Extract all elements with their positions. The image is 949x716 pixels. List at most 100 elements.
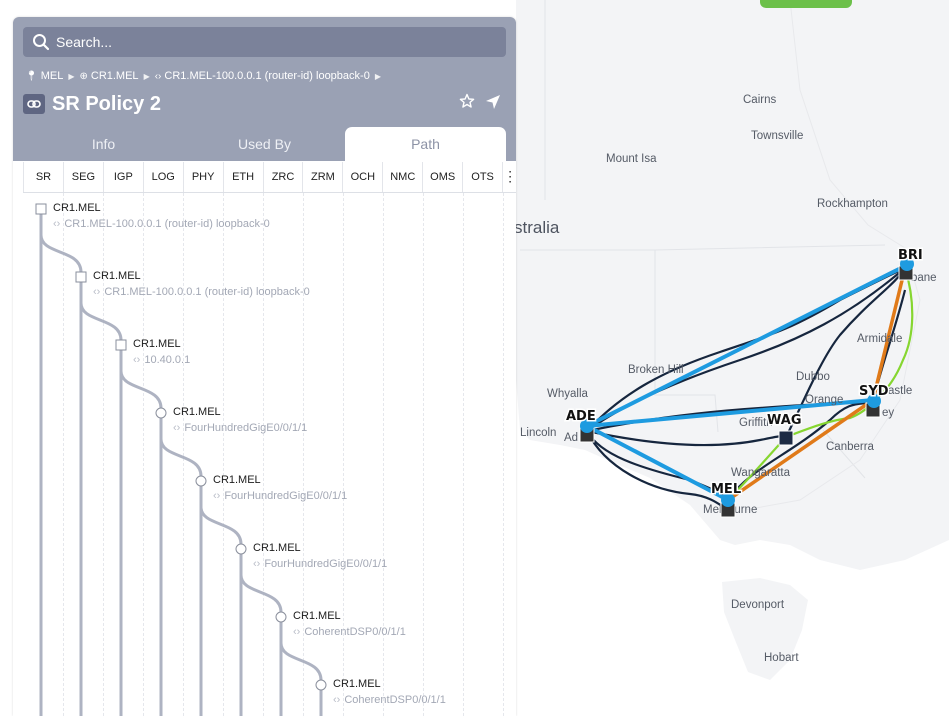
map-place-label: ey xyxy=(882,407,894,419)
path-hop[interactable]: CR1.MEL ‹› CoherentDSP0/0/1/1 xyxy=(293,610,406,638)
title-row: SR Policy 2 xyxy=(23,92,161,116)
interface-icon: ‹› xyxy=(93,286,101,298)
layer-toggle-phy[interactable]: PHY xyxy=(182,162,223,192)
panel-header: Search... 📍︎ MEL ▶ ⊕ CR1.MEL ▶ ‹› CR1.MEL-1… xyxy=(13,17,516,161)
node-label-mel: MEL xyxy=(711,482,741,497)
map-place-label: Devonport xyxy=(731,599,785,611)
chevron-right-icon: ▶ xyxy=(374,71,381,81)
layer-toggle-zrm[interactable]: ZRM xyxy=(302,162,342,192)
hop-interface: ‹› CoherentDSP0/0/1/1 xyxy=(333,694,446,706)
breadcrumb-label: CR1.MEL xyxy=(90,70,139,82)
hop-device-name: CR1.MEL xyxy=(293,610,341,622)
chevron-right-icon: ▶ xyxy=(68,71,75,81)
breadcrumb-item-router[interactable]: ⊕ CR1.MEL xyxy=(79,70,138,82)
node-label-wag: WAG xyxy=(767,413,802,428)
page-title: SR Policy 2 xyxy=(52,92,161,115)
hop-device-name: CR1.MEL xyxy=(213,474,261,486)
interface-icon: ‹› xyxy=(154,70,162,82)
interface-icon: ‹› xyxy=(213,490,221,502)
breadcrumb-label: MEL xyxy=(40,70,64,82)
hop-interface-label: CR1.MEL-100.0.0.1 (router-id) loopback-0 xyxy=(104,286,310,298)
layer-toggle-zrc[interactable]: ZRC xyxy=(262,162,303,192)
interface-icon: ‹› xyxy=(293,626,301,638)
column-guide xyxy=(503,193,504,716)
layer-toggle-seg[interactable]: SEG xyxy=(62,162,103,192)
map-place-label: Orange xyxy=(805,394,843,406)
hop-interface-label: CR1.MEL-100.0.0.1 (router-id) loopback-0 xyxy=(64,218,270,230)
search-bar[interactable]: Search... xyxy=(23,27,506,57)
layer-toggle-nmc[interactable]: NMC xyxy=(382,162,422,192)
tab-info[interactable]: Info xyxy=(23,127,184,161)
node-label-bri: BRI xyxy=(898,248,923,263)
map-place-label: Armidale xyxy=(857,333,902,345)
path-hop[interactable]: CR1.MEL ‹› CR1.MEL-100.0.0.1 (router-id) l… xyxy=(53,202,270,230)
layer-toggle-sr[interactable]: SR xyxy=(23,162,63,192)
layer-toggle-eth[interactable]: ETH xyxy=(222,162,263,192)
hop-interface-label: FourHundredGigE0/0/1/1 xyxy=(224,490,348,502)
details-panel: Search... 📍︎ MEL ▶ ⊕ CR1.MEL ▶ ‹› CR1.MEL-1… xyxy=(13,17,516,716)
hop-interface-label: CoherentDSP0/0/1/1 xyxy=(344,694,446,706)
column-guide xyxy=(63,193,64,716)
map-place-label: Lincoln xyxy=(520,427,556,439)
hop-interface: ‹› FourHundredGigE0/0/1/1 xyxy=(213,490,347,502)
path-hop[interactable]: CR1.MEL ‹› FourHundredGigE0/0/1/1 xyxy=(253,542,387,570)
hop-device-name: CR1.MEL xyxy=(93,270,141,282)
map-place-label: Cairns xyxy=(743,94,776,106)
map-place-label: bane xyxy=(911,272,937,284)
map-place-label: Broken Hill xyxy=(628,364,684,376)
hop-interface: ‹› CR1.MEL-100.0.0.1 (router-id) loopback… xyxy=(53,218,270,230)
path-hop[interactable]: CR1.MEL ‹› CoherentDSP0/0/1/1 xyxy=(333,678,446,706)
column-guide xyxy=(463,193,464,716)
node-label-syd: SYD xyxy=(859,384,889,399)
path-hop[interactable]: CR1.MEL ‹› 10.40.0.1 xyxy=(133,338,190,366)
link-icon xyxy=(23,94,45,114)
path-hop[interactable]: CR1.MEL ‹› FourHundredGigE0/0/1/1 xyxy=(213,474,347,502)
hop-interface-label: FourHundredGigE0/0/1/1 xyxy=(264,558,388,570)
map-place-label: Ad xyxy=(564,432,578,444)
interface-icon: ‹› xyxy=(133,354,141,366)
map-place-label: Rockhampton xyxy=(817,198,888,210)
hop-device-name: CR1.MEL xyxy=(333,678,381,690)
column-guide xyxy=(423,193,424,716)
hop-interface: ‹› 10.40.0.1 xyxy=(133,354,190,366)
map-place-label: Hobart xyxy=(764,652,799,664)
tab-path[interactable]: Path xyxy=(345,127,506,161)
layer-toggle-ots[interactable]: OTS xyxy=(462,162,502,192)
layer-toggle-och[interactable]: OCH xyxy=(342,162,382,192)
hop-interface-label: FourHundredGigE0/0/1/1 xyxy=(184,422,308,434)
hop-interface: ‹› FourHundredGigE0/0/1/1 xyxy=(173,422,307,434)
hop-interface-label: CoherentDSP0/0/1/1 xyxy=(304,626,406,638)
path-hop[interactable]: CR1.MEL ‹› CR1.MEL-100.0.0.1 (router-id) l… xyxy=(93,270,310,298)
hop-interface-label: 10.40.0.1 xyxy=(144,354,191,366)
map-action-button[interactable] xyxy=(760,0,852,8)
hop-device-name: CR1.MEL xyxy=(173,406,221,418)
search-input[interactable]: Search... xyxy=(56,34,112,50)
map-region-label: stralia xyxy=(514,218,560,237)
tab-used-by[interactable]: Used By xyxy=(184,127,345,161)
layer-toggle-log[interactable]: LOG xyxy=(142,162,183,192)
hop-interface: ‹› FourHundredGigE0/0/1/1 xyxy=(253,558,387,570)
layer-filter-bar: SR SEG IGP LOG PHY ETH ZRC ZRM OCH NMC OMS OTS ⋮ xyxy=(23,162,516,193)
path-hop[interactable]: CR1.MEL ‹› FourHundredGigE0/0/1/1 xyxy=(173,406,307,434)
breadcrumb-item-site[interactable]: 📍︎ MEL xyxy=(25,70,63,82)
map-place-label: Mount Isa xyxy=(606,153,657,165)
map-place-label: Wangaratta xyxy=(731,467,791,479)
hop-interface: ‹› CR1.MEL-100.0.0.1 (router-id) loopback… xyxy=(93,286,310,298)
interface-icon: ‹› xyxy=(333,694,341,706)
node-label-ade: ADE xyxy=(566,409,596,424)
map-place-label: Dubbo xyxy=(796,371,830,383)
map-place-label: Canberra xyxy=(826,441,875,453)
locate-icon[interactable] xyxy=(485,94,501,110)
more-options-icon[interactable]: ⋮ xyxy=(502,162,516,192)
layer-toggle-oms[interactable]: OMS xyxy=(422,162,462,192)
map-place-label: Whyalla xyxy=(547,388,589,400)
layer-toggle-igp[interactable]: IGP xyxy=(102,162,143,192)
breadcrumb-item-interface[interactable]: ‹› CR1.MEL-100.0.0.1 (router-id) loopback… xyxy=(155,70,370,82)
interface-icon: ‹› xyxy=(53,218,61,230)
hop-device-name: CR1.MEL xyxy=(53,202,101,214)
interface-icon: ‹› xyxy=(253,558,261,570)
hop-device-name: CR1.MEL xyxy=(253,542,301,554)
interface-icon: ‹› xyxy=(173,422,181,434)
map-place-label: astle xyxy=(888,385,912,397)
star-icon[interactable] xyxy=(459,93,475,109)
